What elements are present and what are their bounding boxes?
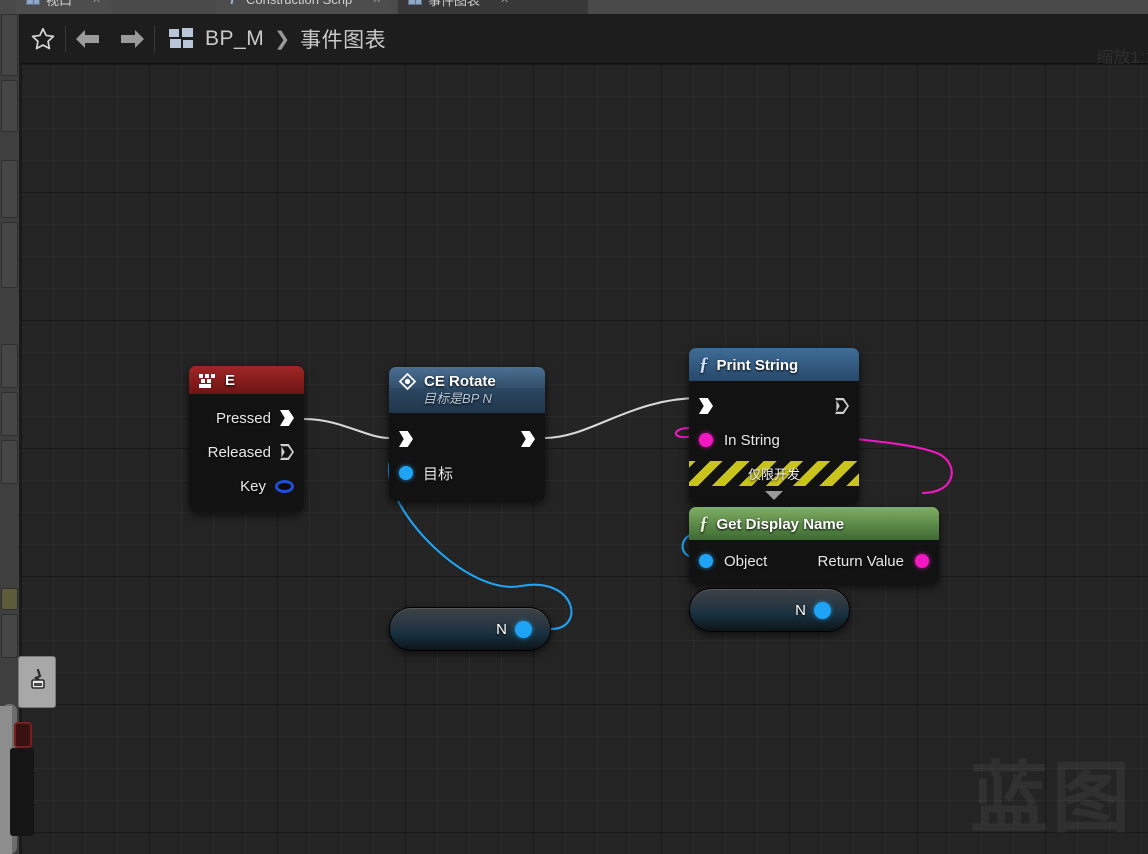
breadcrumb-leaf[interactable]: 事件图表 bbox=[300, 24, 386, 54]
development-only-label: 仅限开发 bbox=[747, 467, 800, 482]
tab-label: Construction Scrip bbox=[246, 0, 352, 7]
node-header: ƒ Get Display Name bbox=[689, 507, 939, 540]
node-ce-rotate[interactable]: CE Rotate 目标是BP N 目标 bbox=[389, 367, 545, 501]
chevron-down-icon bbox=[765, 490, 783, 500]
node-body: 目标 bbox=[389, 413, 545, 501]
node-print-string[interactable]: ƒ Print String In String 仅限开发 bbox=[689, 348, 859, 504]
sidebar-item-4[interactable] bbox=[1, 222, 18, 288]
node-subtitle: 目标是BP N bbox=[423, 391, 492, 406]
breadcrumb: BP_M ❯ 事件图表 bbox=[155, 24, 386, 54]
key-out-pin[interactable] bbox=[275, 479, 294, 493]
exec-in-pin[interactable] bbox=[699, 398, 713, 414]
exec-out-pin[interactable] bbox=[280, 410, 294, 426]
pin-label: In String bbox=[724, 431, 780, 449]
pin-label: Released bbox=[207, 443, 271, 461]
event-graph-canvas[interactable]: E Pressed Released Key CE Rotate 目标是BP N… bbox=[21, 64, 1148, 854]
pin-label: Return Value bbox=[817, 552, 904, 570]
document-tab-strip: 视口 ✕ ƒ Construction Scrip ✕ 事件图表 ✕ bbox=[0, 0, 1148, 14]
variable-label: N bbox=[496, 620, 507, 638]
variable-label: N bbox=[795, 601, 806, 619]
pin-row-in-string[interactable]: In String bbox=[689, 423, 859, 457]
graph-toolbar: BP_M ❯ 事件图表 缩放1:1 bbox=[21, 15, 1148, 67]
tab-label: 事件图表 bbox=[428, 0, 481, 8]
pin-row-object-return[interactable]: Object Return Value bbox=[689, 544, 939, 578]
blueprint-editor-window: 视口 ✕ ƒ Construction Scrip ✕ 事件图表 ✕ bbox=[0, 0, 1148, 854]
breadcrumb-root[interactable]: BP_M bbox=[205, 27, 264, 51]
sidebar-item-7[interactable] bbox=[1, 440, 18, 484]
graph-icon bbox=[408, 0, 422, 5]
sidebar-item-5[interactable] bbox=[1, 344, 18, 388]
node-subtitle-strip: 目标是BP N bbox=[389, 388, 545, 413]
sidebar-item-3[interactable] bbox=[1, 160, 18, 218]
sidebar-item-8[interactable] bbox=[1, 588, 18, 610]
pin-panel-button[interactable] bbox=[18, 656, 56, 708]
pin-row-target[interactable]: 目标 bbox=[389, 456, 545, 490]
close-icon[interactable]: ✕ bbox=[372, 0, 381, 6]
status-badge[interactable] bbox=[14, 722, 32, 748]
blueprint-grid-icon bbox=[169, 28, 195, 50]
node-variable-n-right[interactable]: N bbox=[689, 588, 850, 632]
node-header: ƒ Print String bbox=[689, 348, 859, 381]
function-f-icon: ƒ bbox=[699, 513, 709, 534]
sidebar-item-1[interactable] bbox=[1, 14, 18, 76]
function-f-icon: ƒ bbox=[699, 354, 709, 375]
tab-construction-script[interactable]: ƒ Construction Scrip ✕ bbox=[216, 0, 392, 14]
watermark-text: 蓝图 bbox=[969, 754, 1134, 844]
pin-row-exec[interactable] bbox=[389, 422, 545, 456]
object-out-pin[interactable] bbox=[814, 601, 831, 619]
tab-label: 视口 bbox=[46, 0, 73, 8]
star-icon bbox=[31, 27, 55, 50]
node-body: Object Return Value bbox=[689, 540, 939, 584]
close-icon[interactable]: ✕ bbox=[92, 0, 101, 6]
node-title: Print String bbox=[716, 356, 799, 374]
forward-button[interactable] bbox=[110, 15, 154, 63]
string-out-pin[interactable] bbox=[915, 554, 929, 568]
pin-camera-icon bbox=[31, 669, 45, 689]
development-only-banner: 仅限开发 bbox=[689, 461, 859, 486]
node-body: In String bbox=[689, 381, 859, 461]
expand-advanced-button[interactable] bbox=[689, 486, 859, 504]
exec-out-pin[interactable] bbox=[521, 431, 535, 447]
node-variable-n-left[interactable]: N bbox=[389, 607, 551, 651]
object-out-pin[interactable] bbox=[515, 620, 532, 638]
node-get-display-name[interactable]: ƒ Get Display Name Object Return Value bbox=[689, 507, 939, 584]
favorite-button[interactable] bbox=[21, 15, 65, 63]
node-title: Get Display Name bbox=[716, 515, 845, 533]
tab-event-graph[interactable]: 事件图表 ✕ bbox=[398, 0, 588, 14]
chevron-right-icon: ❯ bbox=[274, 28, 291, 50]
arrow-right-icon bbox=[121, 30, 144, 48]
panel-collapsed-strip[interactable] bbox=[10, 748, 34, 836]
exec-in-pin[interactable] bbox=[399, 431, 413, 447]
pin-label: Object bbox=[724, 552, 768, 570]
pin-row-released[interactable]: Released bbox=[189, 435, 304, 469]
pin-row-pressed[interactable]: Pressed bbox=[189, 401, 304, 435]
back-button[interactable] bbox=[66, 15, 110, 63]
sidebar-item-9[interactable] bbox=[1, 614, 18, 658]
custom-event-icon bbox=[399, 373, 416, 390]
object-in-pin[interactable] bbox=[699, 554, 713, 568]
object-in-pin[interactable] bbox=[399, 466, 413, 480]
exec-out-pin[interactable] bbox=[835, 398, 849, 414]
tab-viewport[interactable]: 视口 ✕ bbox=[16, 0, 112, 14]
keyboard-input-icon bbox=[199, 373, 215, 388]
node-header: E bbox=[189, 366, 304, 394]
pin-label: Pressed bbox=[215, 409, 271, 427]
viewport-icon bbox=[26, 0, 40, 5]
node-title: E bbox=[225, 372, 236, 389]
exec-out-pin[interactable] bbox=[280, 444, 294, 460]
string-in-pin[interactable] bbox=[699, 433, 713, 447]
sidebar-item-2[interactable] bbox=[1, 80, 18, 132]
sidebar-item-6[interactable] bbox=[1, 392, 18, 436]
arrow-left-icon bbox=[76, 30, 99, 48]
pin-label: 目标 bbox=[423, 465, 454, 483]
pin-row-key[interactable]: Key bbox=[189, 469, 304, 503]
function-f-icon: ƒ bbox=[226, 0, 240, 6]
close-icon[interactable]: ✕ bbox=[500, 0, 509, 6]
pin-row-exec[interactable] bbox=[689, 389, 859, 423]
node-input-e[interactable]: E Pressed Released Key bbox=[189, 366, 304, 512]
node-body: Pressed Released Key bbox=[189, 394, 304, 512]
pin-label: Key bbox=[240, 477, 266, 495]
